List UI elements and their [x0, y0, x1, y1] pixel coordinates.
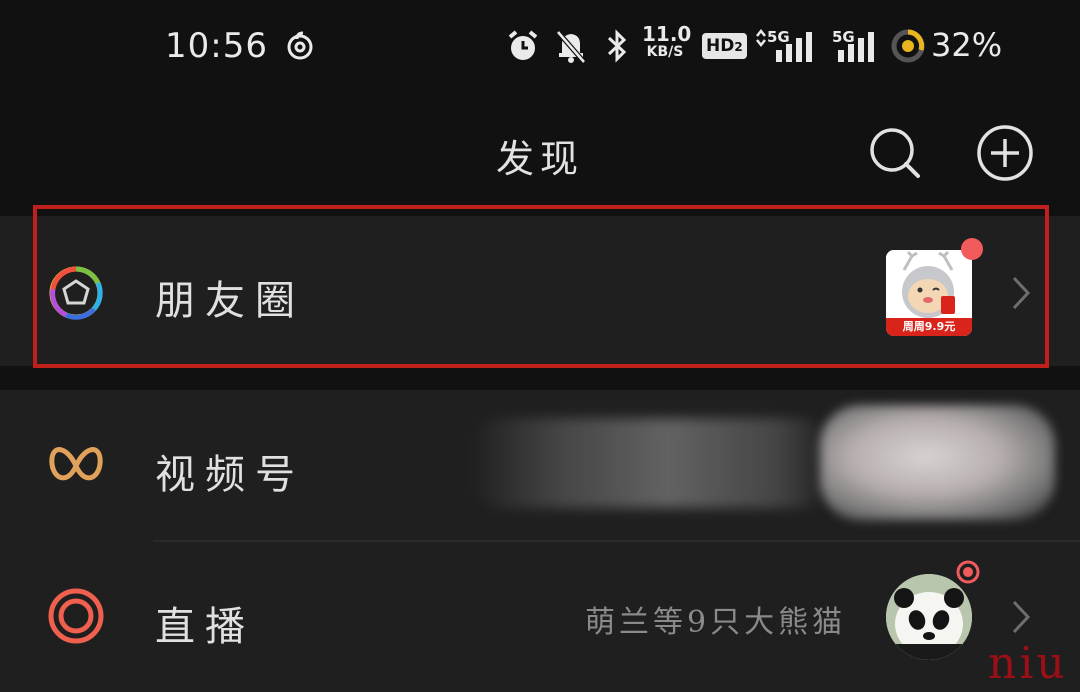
channels-icon: [49, 447, 103, 481]
mute-bell-icon: [556, 30, 586, 64]
watermark: niu: [988, 638, 1068, 689]
signal-1-label: 5G: [767, 28, 790, 46]
status-bar: 10:56 11.0 KB/S HD2 5G 5G 32%: [0, 0, 1080, 92]
status-time: 10:56: [165, 26, 268, 66]
bluetooth-icon: [607, 29, 627, 63]
network-speed-value: 11.0: [642, 22, 692, 46]
channels-label: 视频号: [155, 452, 305, 498]
live-subtitle: 萌兰等9只大熊猫: [585, 605, 847, 640]
hd-voice-badge: HD2: [702, 33, 747, 59]
redacted-content: [470, 418, 830, 508]
plus-circle-icon[interactable]: [974, 122, 1036, 184]
network-speed: 11.0 KB/S: [642, 22, 692, 61]
live-icon: [48, 588, 104, 644]
live-avatar: [886, 574, 972, 660]
live-label: 直播: [155, 604, 255, 650]
battery-ring-icon: [891, 29, 925, 63]
signal-2-label: 5G: [832, 28, 855, 46]
chevron-right-icon: [1012, 600, 1031, 634]
signal-icon: 5G: [832, 28, 874, 62]
search-icon[interactable]: [866, 124, 924, 182]
netease-music-icon: [287, 31, 313, 60]
panda-image: [886, 574, 972, 660]
redacted-thumbnail: [820, 405, 1055, 520]
battery-percent: 32%: [931, 26, 1003, 64]
highlight-box: [33, 205, 1049, 368]
hd-sub: 2: [734, 40, 743, 54]
network-speed-unit: KB/S: [646, 44, 684, 60]
page-title: 发现: [495, 137, 584, 181]
live-indicator-dot: [956, 560, 980, 584]
hd-label: HD: [706, 36, 735, 56]
alarm-icon: [508, 30, 538, 60]
signal-icon: 5G: [756, 28, 812, 62]
